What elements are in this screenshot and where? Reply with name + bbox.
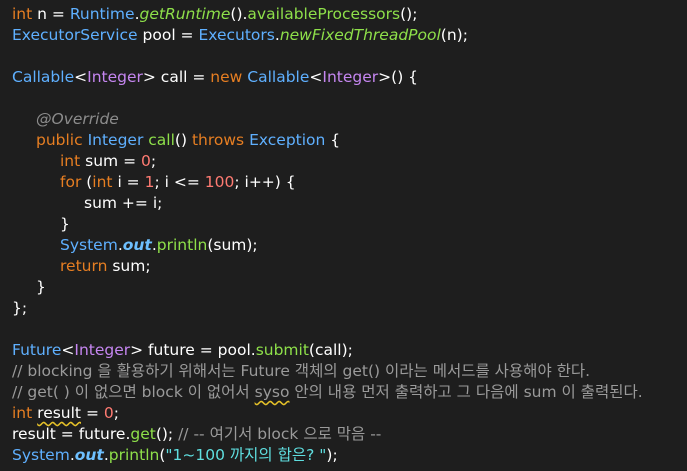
code-line-15: };: [12, 298, 27, 319]
code-line-6: @Override: [36, 109, 119, 130]
annotation-override: @Override: [36, 110, 119, 128]
keyword-new: new: [210, 68, 243, 86]
keyword-int: int: [12, 404, 33, 422]
code-line-2: ExecutorService pool = Executors.newFixe…: [12, 25, 468, 46]
code-text: >() {: [378, 68, 419, 86]
code-line-14: }: [36, 277, 46, 298]
code-text: (): [174, 131, 192, 149]
keyword-public: public: [36, 131, 83, 149]
code-line-21: result = future.get(); // -- 여기서 block 으…: [12, 424, 381, 445]
code-text: <: [61, 341, 75, 359]
type-integer: Integer: [87, 131, 144, 149]
code-line-13: return sum;: [60, 256, 151, 277]
class-runtime: Runtime: [69, 5, 135, 23]
keyword-int: int: [12, 5, 33, 23]
code-text: pool =: [137, 26, 199, 44]
number-literal: 100: [204, 173, 235, 191]
code-text: > call =: [142, 68, 211, 86]
string-literal: "1~100 까지의 합은? ": [165, 446, 327, 464]
code-line-12: System.out.println(sum);: [60, 235, 258, 256]
method-println: println: [156, 236, 208, 254]
number-literal: 1: [144, 173, 155, 191]
code-text: {: [325, 131, 341, 149]
code-text: <: [74, 68, 88, 86]
generic-integer: Integer: [87, 68, 143, 86]
code-line-22: System.out.println("1~100 까지의 합은? ");: [12, 445, 338, 466]
spellcheck-warning: syso: [254, 383, 290, 401]
number-literal: 0: [141, 152, 151, 170]
keyword-int: int: [60, 152, 81, 170]
code-text: }: [60, 215, 70, 233]
code-text: i =: [112, 173, 145, 191]
comment: 안의 내용 먼저 출력하고 그 다음에 sum 이 출력된다.: [289, 383, 643, 401]
code-text: > future = pool.: [130, 341, 256, 359]
class-executorservice: ExecutorService: [12, 26, 138, 44]
method-availableprocessors: availableProcessors: [247, 5, 401, 23]
code-text: ;: [113, 404, 119, 422]
method-newfixedthreadpool: newFixedThreadPool: [279, 26, 441, 44]
code-text: sum += i;: [84, 194, 163, 212]
code-text: =: [81, 404, 104, 422]
code-text: ();: [400, 5, 418, 23]
code-text: <: [309, 68, 323, 86]
class-callable: Callable: [12, 68, 75, 86]
code-text: };: [12, 299, 28, 317]
keyword-return: return: [60, 257, 108, 275]
comment: // -- 여기서 block 으로 막음 --: [178, 425, 382, 443]
code-text: ; i++) {: [234, 173, 296, 191]
generic-integer: Integer: [74, 341, 131, 359]
class-system: System: [12, 446, 70, 464]
code-text: ().: [230, 5, 248, 23]
variable-result-warning: result: [37, 404, 82, 422]
code-text: sum =: [80, 152, 141, 170]
code-line-11: }: [60, 214, 70, 235]
code-line-4: Callable<Integer> call = new Callable<In…: [12, 67, 418, 88]
code-text: ();: [155, 425, 179, 443]
method-submit: submit: [255, 341, 309, 359]
code-text: (n);: [440, 26, 468, 44]
code-line-20: int result = 0;: [12, 403, 119, 424]
class-callable: Callable: [247, 68, 310, 86]
class-system: System: [60, 236, 118, 254]
comment: // get( ) 이 없으면 block 이 없어서: [12, 383, 255, 401]
class-executors: Executors: [198, 26, 275, 44]
type-exception: Exception: [249, 131, 326, 149]
class-future: Future: [12, 341, 62, 359]
code-text: ;: [150, 152, 157, 170]
code-editor[interactable]: int n = Runtime.getRuntime().availablePr…: [0, 0, 687, 471]
code-text: (call);: [308, 341, 353, 359]
method-getruntime: getRuntime: [139, 5, 231, 23]
code-line-8: int sum = 0;: [60, 151, 156, 172]
code-line-10: sum += i;: [84, 193, 162, 214]
code-text: n =: [32, 5, 70, 23]
method-get: get: [130, 425, 156, 443]
field-out: out: [74, 446, 104, 464]
code-text: sum;: [107, 257, 151, 275]
code-text: (sum);: [207, 236, 258, 254]
code-text: }: [36, 278, 46, 296]
code-text: result = future.: [12, 425, 131, 443]
code-line-7: public Integer call() throws Exception {: [36, 130, 340, 151]
number-literal: 0: [103, 404, 114, 422]
generic-integer: Integer: [322, 68, 379, 86]
code-text: ; i <=: [154, 173, 205, 191]
code-line-9: for (int i = 1; i <= 100; i++) {: [60, 172, 296, 193]
code-line-1: int n = Runtime.getRuntime().availablePr…: [12, 4, 417, 25]
method-println: println: [108, 446, 160, 464]
keyword-throws: throws: [191, 131, 245, 149]
comment: // blocking 을 활용하기 위해서는 Future 객체의 get()…: [12, 362, 591, 380]
method-call: call: [148, 131, 175, 149]
keyword-for: for: [60, 173, 82, 191]
code-text: (: [81, 173, 93, 191]
code-line-18: // blocking 을 활용하기 위해서는 Future 객체의 get()…: [12, 361, 590, 382]
code-line-17: Future<Integer> future = pool.submit(cal…: [12, 340, 353, 361]
code-text: );: [326, 446, 338, 464]
code-line-19: // get( ) 이 없으면 block 이 없어서 syso 안의 내용 먼…: [12, 382, 643, 403]
field-out: out: [122, 236, 152, 254]
keyword-int: int: [92, 173, 113, 191]
